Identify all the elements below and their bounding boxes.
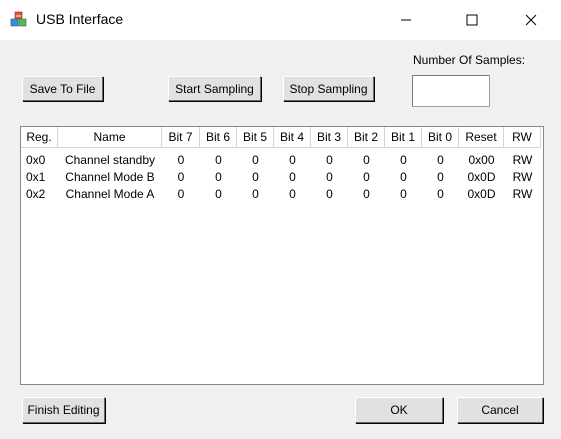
table-row[interactable]: 0x0 Channel standby 0 0 0 0 0 0 0 0 0x00 RW: [21, 151, 541, 168]
table-header: Reg. Name Bit 7 Bit 6 Bit 5 Bit 4 Bit 3 Bit 2 Bi…: [21, 127, 541, 148]
table-cell: RW: [512, 152, 533, 167]
maximize-button[interactable]: [449, 0, 495, 40]
column-header[interactable]: Bit 0: [422, 127, 459, 148]
maximize-icon: [466, 14, 478, 26]
table-row[interactable]: 0x2 Channel Mode A 0 0 0 0 0 0 0 0 0x0D RW: [21, 185, 541, 202]
table-cell: 0x00: [468, 152, 495, 167]
save-to-file-button[interactable]: Save To File: [22, 76, 103, 101]
table-row[interactable]: 0x1 Channel Mode B 0 0 0 0 0 0 0 0 0x0D RW: [21, 168, 541, 185]
close-button[interactable]: [508, 0, 554, 40]
table-cell: 0: [400, 152, 407, 167]
ok-button[interactable]: OK: [355, 397, 443, 423]
table-cell: 0: [400, 186, 407, 201]
column-header[interactable]: Bit 1: [385, 127, 422, 148]
column-header[interactable]: Bit 7: [162, 127, 200, 148]
samples-label: Number Of Samples:: [413, 53, 526, 67]
window-title: USB Interface: [36, 11, 124, 27]
table-cell: 0x1: [26, 169, 46, 184]
column-header[interactable]: Reset: [459, 127, 504, 148]
table-cell: 0: [177, 169, 185, 184]
table-cell: 0: [437, 186, 444, 201]
app-cubes-icon: [10, 11, 27, 27]
column-header[interactable]: Bit 5: [237, 127, 274, 148]
table-cell: 0: [177, 152, 185, 167]
table-cell: RW: [512, 186, 533, 201]
register-table[interactable]: Reg. Name Bit 7 Bit 6 Bit 5 Bit 4 Bit 3 Bit 2 Bi…: [20, 126, 544, 385]
table-cell: 0: [437, 152, 444, 167]
table-cell: 0: [289, 186, 296, 201]
table-cell: 0: [326, 169, 333, 184]
table-cell: 0x0D: [467, 186, 496, 201]
table-cell: Channel Mode B: [65, 169, 155, 184]
table-cell: 0: [252, 169, 259, 184]
table-cell: 0: [177, 186, 185, 201]
stop-sampling-button[interactable]: Stop Sampling: [283, 76, 374, 101]
title-bar: USB Interface: [0, 0, 561, 40]
table-cell: 0x0D: [467, 169, 496, 184]
column-header[interactable]: Bit 3: [311, 127, 348, 148]
table-cell: 0: [363, 186, 370, 201]
table-cell: 0: [289, 169, 296, 184]
table-cell: Channel Mode A: [65, 186, 155, 201]
close-icon: [525, 14, 537, 26]
table-cell: Channel standby: [64, 152, 156, 167]
table-cell: 0: [252, 152, 259, 167]
table-cell: 0: [215, 186, 222, 201]
column-header[interactable]: Bit 6: [200, 127, 237, 148]
cancel-button[interactable]: Cancel: [457, 397, 543, 423]
table-cell: 0: [363, 152, 370, 167]
table-cell: RW: [512, 169, 533, 184]
table-cell: 0x2: [26, 186, 46, 201]
table-cell: 0: [400, 169, 407, 184]
table-cell: 0: [326, 152, 333, 167]
finish-editing-button[interactable]: Finish Editing: [22, 397, 105, 423]
table-cell: 0: [215, 152, 222, 167]
table-cell: 0: [252, 186, 259, 201]
table-cell: 0: [289, 152, 296, 167]
minimize-icon: [401, 19, 411, 21]
column-header[interactable]: Reg.: [21, 127, 58, 148]
table-cell: 0: [437, 169, 444, 184]
minimize-button[interactable]: [383, 0, 429, 40]
column-header[interactable]: Name: [58, 127, 162, 148]
column-header[interactable]: Bit 2: [348, 127, 385, 148]
table-cell: 0x0: [26, 152, 46, 167]
table-cell: 0: [326, 186, 333, 201]
start-sampling-button[interactable]: Start Sampling: [168, 76, 261, 101]
column-header[interactable]: RW: [504, 127, 541, 148]
table-body: 0x0 Channel standby 0 0 0 0 0 0 0 0 0x00 RW 0x1 Chann…: [21, 151, 541, 202]
samples-input[interactable]: [412, 75, 490, 107]
column-header[interactable]: Bit 4: [274, 127, 311, 148]
table-cell: 0: [363, 169, 370, 184]
table-cell: 0: [215, 169, 222, 184]
